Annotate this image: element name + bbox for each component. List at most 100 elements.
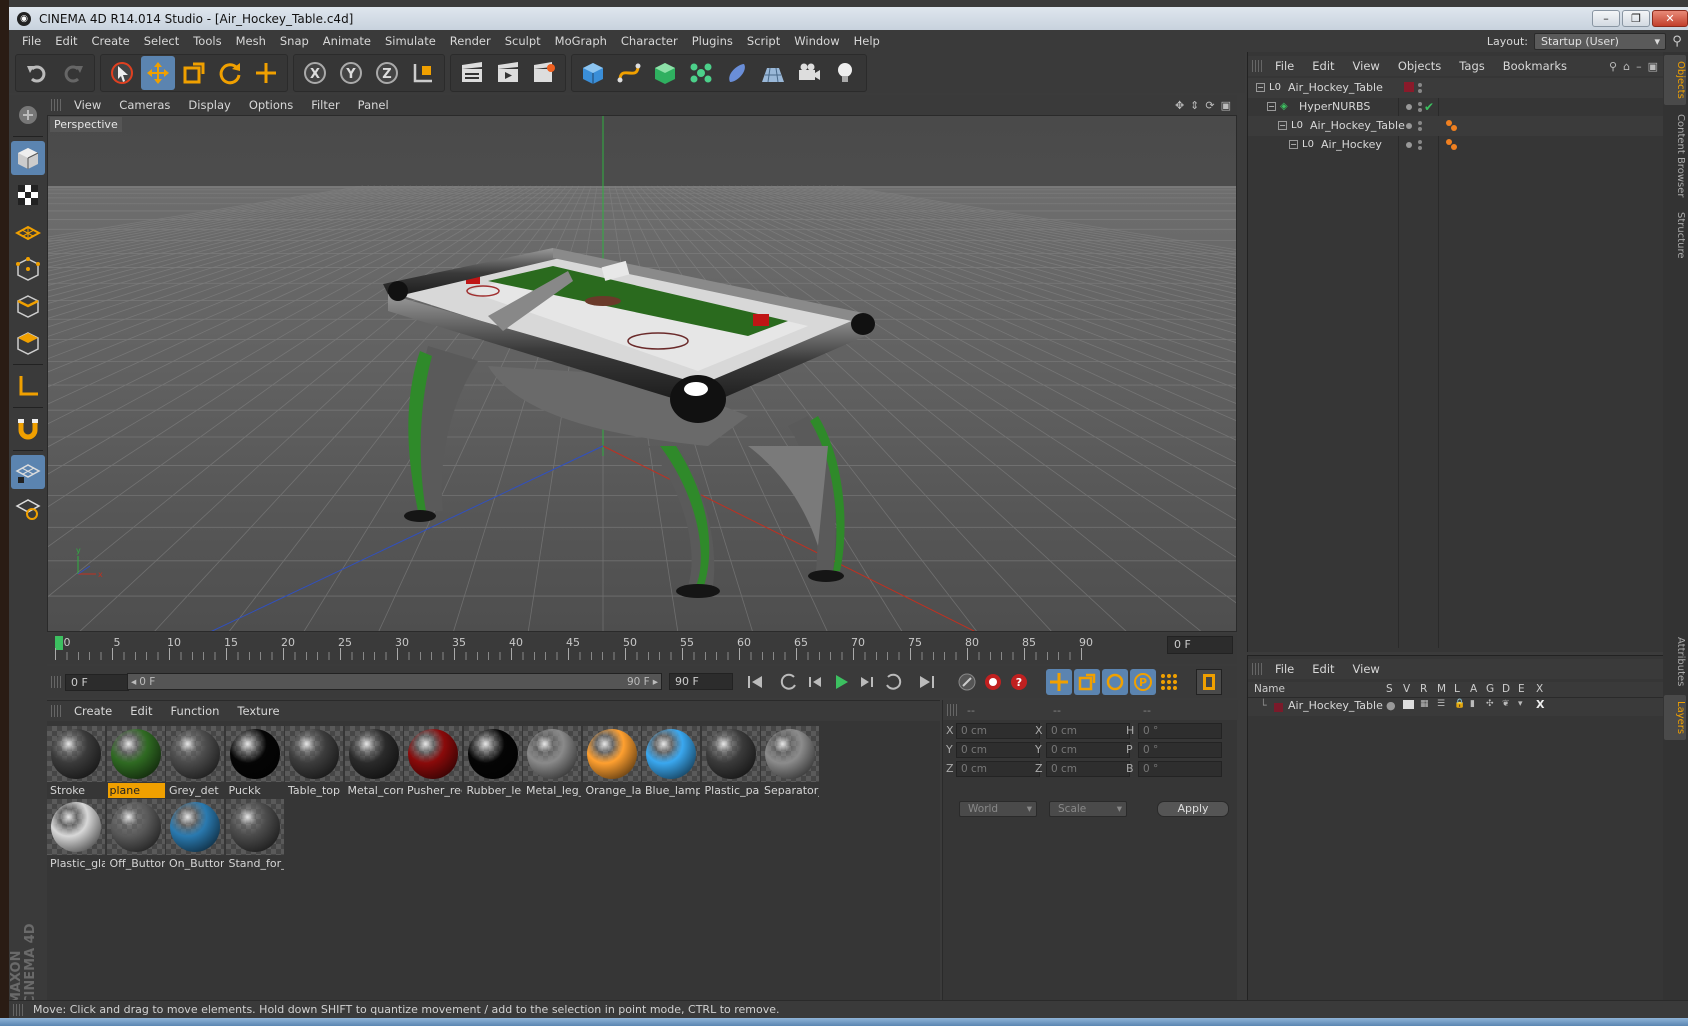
- search-icon[interactable]: ⚲: [1609, 60, 1617, 73]
- layer-view-icon[interactable]: [1403, 700, 1414, 709]
- viewport-maximize-icon[interactable]: ▣: [1221, 99, 1231, 112]
- menu-render[interactable]: Render: [443, 30, 498, 52]
- material-swatch[interactable]: Orange_lar: [582, 726, 641, 800]
- expand-toggle-icon[interactable]: −: [1267, 102, 1276, 111]
- add-nurbs-button[interactable]: [648, 56, 682, 90]
- layer-column-v[interactable]: V: [1403, 683, 1410, 695]
- expand-toggle-icon[interactable]: −: [1278, 121, 1287, 130]
- add-cube-button[interactable]: [576, 56, 610, 90]
- snapping-tool[interactable]: [11, 412, 45, 446]
- apply-button[interactable]: Apply: [1157, 801, 1229, 817]
- material-swatch[interactable]: Metal_corn: [344, 726, 403, 800]
- menu-plugins[interactable]: Plugins: [685, 30, 740, 52]
- material-swatch[interactable]: Plastic_glas: [47, 799, 105, 873]
- coordinate-value-field[interactable]: 0 cm: [956, 761, 1040, 777]
- go-to-end-button[interactable]: [914, 669, 940, 695]
- layout-select[interactable]: Startup (User): [1534, 32, 1666, 50]
- material-swatch[interactable]: Plastic_pan: [701, 726, 760, 800]
- add-mograph-button[interactable]: [684, 56, 718, 90]
- record-active-objects-button[interactable]: [954, 669, 980, 695]
- menu-animate[interactable]: Animate: [316, 30, 378, 52]
- layer-expressions-icon[interactable]: ▾: [1518, 699, 1523, 709]
- search-icon[interactable]: ⚲: [1666, 34, 1688, 49]
- range-left-arrow-icon[interactable]: ◂: [131, 676, 136, 688]
- viewport-pan-icon[interactable]: ✥: [1175, 99, 1184, 112]
- layer-column-a[interactable]: A: [1470, 683, 1477, 695]
- preview-range-slider[interactable]: ◂ 0 F 90 F ▸: [127, 673, 662, 690]
- key-scale-button[interactable]: [1074, 669, 1100, 695]
- material-swatch[interactable]: Off_Button: [106, 799, 165, 873]
- size-mode-select[interactable]: Scale ▾: [1049, 801, 1127, 817]
- undo-button[interactable]: [20, 56, 54, 90]
- material-menu-create[interactable]: Create: [65, 701, 121, 721]
- material-swatch[interactable]: On_Button: [166, 799, 224, 873]
- render-settings-button[interactable]: [527, 56, 561, 90]
- material-swatch[interactable]: Metal_leg_: [523, 726, 581, 800]
- rotate-tool[interactable]: [213, 56, 247, 90]
- render-visibility-dot-icon[interactable]: [1418, 102, 1422, 106]
- add-camera-button[interactable]: [792, 56, 826, 90]
- play-button[interactable]: [828, 669, 854, 695]
- material-swatch[interactable]: Table_top: [285, 726, 343, 800]
- object-menu-objects[interactable]: Objects: [1389, 56, 1450, 76]
- panel-grip[interactable]: [1252, 663, 1262, 675]
- workplane-mode-tool[interactable]: [11, 215, 45, 249]
- tab-structure[interactable]: Structure: [1664, 206, 1686, 265]
- timeline-window-button[interactable]: [1196, 669, 1222, 695]
- panel-grip[interactable]: [1252, 60, 1262, 72]
- layer-column-r[interactable]: R: [1420, 683, 1427, 695]
- viewport-menu-panel[interactable]: Panel: [349, 95, 398, 115]
- home-icon[interactable]: ⌂: [1623, 60, 1630, 73]
- restore-button[interactable]: ❐: [1622, 10, 1650, 27]
- layer-generators-icon[interactable]: ✣: [1486, 699, 1494, 709]
- redo-button[interactable]: [56, 56, 90, 90]
- viewport-menu-display[interactable]: Display: [179, 95, 239, 115]
- layer-menu-file[interactable]: File: [1266, 659, 1303, 679]
- z-axis-lock[interactable]: Z: [370, 56, 404, 90]
- layer-color-swatch[interactable]: [1274, 703, 1283, 712]
- object-name[interactable]: Air_Hockey_Table: [1288, 78, 1383, 98]
- scale-tool[interactable]: [177, 56, 211, 90]
- keyframe-selection-button[interactable]: ?: [1006, 669, 1032, 695]
- layer-manager-icon[interactable]: ☰: [1437, 699, 1445, 709]
- material-swatch[interactable]: Separator_: [761, 726, 819, 800]
- previous-key-button[interactable]: [776, 669, 802, 695]
- layer-column-m[interactable]: M: [1437, 683, 1446, 695]
- layer-color-swatch[interactable]: [1404, 82, 1414, 92]
- layer-column-x[interactable]: X: [1536, 683, 1543, 695]
- menu-edit[interactable]: Edit: [48, 30, 84, 52]
- panel-grip[interactable]: [51, 676, 61, 688]
- add-scene-button[interactable]: [756, 56, 790, 90]
- render-visibility-dot-icon[interactable]: [1418, 121, 1422, 125]
- material-swatch[interactable]: Stroke: [47, 726, 105, 800]
- maximize-panel-icon[interactable]: ▣: [1648, 60, 1658, 73]
- editor-visibility-dot-icon[interactable]: [1406, 104, 1412, 110]
- menu-help[interactable]: Help: [847, 30, 887, 52]
- collapse-icon[interactable]: –: [1636, 60, 1642, 73]
- editor-visibility-dot-icon[interactable]: [1406, 123, 1412, 129]
- object-tree-row[interactable]: − L0 Air_Hockey_Table: [1248, 78, 1664, 98]
- object-name[interactable]: HyperNURBS: [1299, 97, 1370, 117]
- tab-attributes[interactable]: Attributes: [1664, 631, 1686, 692]
- polygons-mode-tool[interactable]: [11, 326, 45, 360]
- menu-mesh[interactable]: Mesh: [229, 30, 273, 52]
- add-deformer-button[interactable]: [720, 56, 754, 90]
- panel-grip[interactable]: [51, 705, 61, 717]
- render-visibility-dot-icon[interactable]: [1418, 140, 1422, 144]
- layer-column-l[interactable]: L: [1454, 683, 1460, 695]
- layer-column-g[interactable]: G: [1486, 683, 1494, 695]
- object-menu-bookmarks[interactable]: Bookmarks: [1494, 56, 1576, 76]
- render-view-button[interactable]: [455, 56, 489, 90]
- key-pla-button[interactable]: [1156, 669, 1182, 695]
- go-to-start-button[interactable]: [742, 669, 768, 695]
- expand-toggle-icon[interactable]: −: [1256, 83, 1265, 92]
- material-swatch[interactable]: Stand_for_: [225, 799, 284, 873]
- key-position-button[interactable]: [1046, 669, 1072, 695]
- points-mode-tool[interactable]: [11, 252, 45, 286]
- range-right-arrow-icon[interactable]: ▸: [653, 676, 658, 688]
- layer-column-e[interactable]: E: [1518, 683, 1525, 695]
- layer-menu-view[interactable]: View: [1344, 659, 1389, 679]
- material-swatch[interactable]: Grey_det: [166, 726, 224, 800]
- object-tree-row[interactable]: − ◈ HyperNURBS ✔: [1248, 97, 1664, 117]
- menu-window[interactable]: Window: [787, 30, 846, 52]
